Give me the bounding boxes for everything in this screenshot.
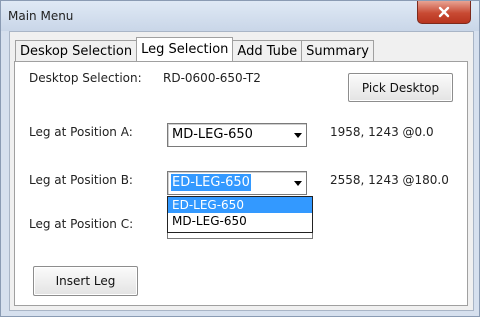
leg-a-coords: 1958, 1243 @0.0 (330, 125, 434, 139)
tab-strip: Deskop Selection Leg Selection Add Tube … (15, 37, 374, 61)
leg-selection-panel: Desktop Selection: RD-0600-650-T2 Pick D… (14, 61, 468, 306)
dropdown-option[interactable]: ED-LEG-650 (168, 197, 312, 213)
desktop-selection-label: Desktop Selection: (29, 71, 142, 85)
leg-a-value: MD-LEG-650 (172, 127, 253, 142)
dropdown-option[interactable]: MD-LEG-650 (168, 213, 312, 229)
close-button[interactable] (417, 1, 471, 24)
leg-b-coords: 2558, 1243 @180.0 (330, 173, 449, 187)
tab-label: Summary (306, 43, 369, 59)
leg-b-dropdown-list[interactable]: ED-LEG-650 MD-LEG-650 (167, 196, 313, 233)
tab-label: Add Tube (237, 43, 298, 59)
tab-desktop-selection[interactable]: Deskop Selection (15, 40, 138, 61)
insert-leg-button[interactable]: Insert Leg (33, 266, 138, 296)
chevron-down-icon[interactable] (289, 124, 306, 146)
title-bar[interactable]: Main Menu (1, 1, 479, 31)
main-menu-window: Main Menu Deskop Selection Leg Selection… (0, 0, 480, 317)
leg-c-label: Leg at Position C: (29, 217, 134, 231)
chevron-down-icon[interactable] (289, 172, 306, 194)
leg-b-combo[interactable]: ED-LEG-650 (167, 171, 307, 195)
tab-label: Leg Selection (141, 42, 229, 57)
desktop-selection-value: RD-0600-650-T2 (163, 71, 261, 85)
pick-desktop-label: Pick Desktop (361, 80, 440, 95)
leg-b-label: Leg at Position B: (29, 173, 133, 187)
leg-a-combo[interactable]: MD-LEG-650 (167, 123, 307, 147)
insert-leg-label: Insert Leg (55, 274, 116, 288)
close-icon (438, 6, 450, 18)
leg-b-value: ED-LEG-650 (171, 174, 251, 191)
form-client-area: Deskop Selection Leg Selection Add Tube … (9, 31, 474, 311)
tab-leg-selection[interactable]: Leg Selection (136, 37, 234, 61)
leg-c-combo[interactable] (167, 232, 313, 239)
tab-summary[interactable]: Summary (301, 40, 374, 61)
tab-add-tube[interactable]: Add Tube (232, 40, 303, 61)
leg-a-label: Leg at Position A: (29, 125, 133, 139)
pick-desktop-button[interactable]: Pick Desktop (348, 73, 453, 102)
window-title: Main Menu (8, 9, 74, 23)
tab-label: Deskop Selection (20, 43, 133, 59)
